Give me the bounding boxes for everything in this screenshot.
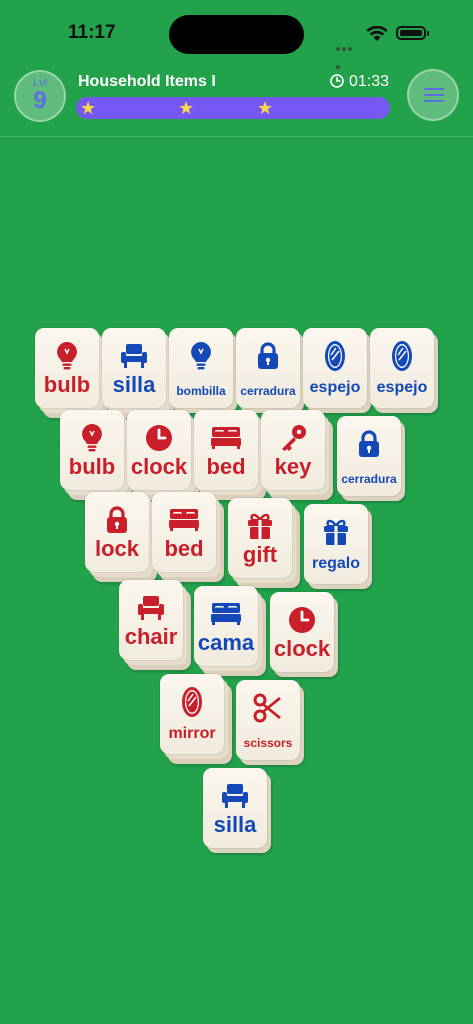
tile-bed[interactable]: bed <box>194 410 258 490</box>
tile-lock[interactable]: lock <box>85 492 149 572</box>
bed-icon <box>194 600 258 628</box>
clock-icon <box>127 424 191 452</box>
tile-face: mirror <box>160 674 224 754</box>
tile-word: scissors <box>243 736 293 750</box>
tile-word: lock <box>94 536 140 561</box>
gift-icon <box>304 518 368 546</box>
bulb-icon <box>35 342 99 370</box>
tile-face: key <box>261 410 325 490</box>
tile-word: cerradura <box>341 472 397 486</box>
tile-word: clock <box>130 454 188 479</box>
tile-gift[interactable]: gift <box>228 498 292 578</box>
tile-face: espejo <box>303 328 367 408</box>
lock-icon <box>85 506 149 534</box>
chair-icon <box>203 782 267 810</box>
tile-bulb[interactable]: bulb <box>60 410 124 490</box>
tile-clock[interactable]: clock <box>127 410 191 490</box>
tile-face: bed <box>194 410 258 490</box>
tile-word: mirror <box>168 725 216 742</box>
scissors-icon <box>236 693 300 723</box>
tile-face: chair <box>119 580 183 660</box>
tile-face: lock <box>85 492 149 572</box>
tile-face: espejo <box>370 328 434 408</box>
tile-word: bed <box>206 454 246 479</box>
tile-word: silla <box>112 372 156 397</box>
tile-silla[interactable]: silla <box>203 768 267 848</box>
bed-icon <box>194 424 258 452</box>
tile-bombilla[interactable]: bombilla <box>169 328 233 408</box>
gift-icon <box>228 512 292 540</box>
mirror-icon <box>370 341 434 371</box>
chair-icon <box>102 342 166 370</box>
bulb-icon <box>60 424 124 452</box>
lock-icon <box>337 430 401 458</box>
tile-cama[interactable]: cama <box>194 586 258 666</box>
tile-face: cerradura <box>337 416 401 496</box>
tile-scissors[interactable]: scissors <box>236 680 300 760</box>
tile-face: cama <box>194 586 258 666</box>
tile-bed[interactable]: bed <box>152 492 216 572</box>
tile-word: cama <box>197 630 255 655</box>
tile-face: clock <box>270 592 334 672</box>
tile-silla[interactable]: silla <box>102 328 166 408</box>
mirror-icon <box>160 687 224 717</box>
tile-word: bulb <box>43 372 91 397</box>
tile-word: gift <box>242 542 278 567</box>
tile-face: clock <box>127 410 191 490</box>
tile-word: silla <box>213 812 257 837</box>
tile-word: cerradura <box>240 384 296 398</box>
tile-chair[interactable]: chair <box>119 580 183 660</box>
tile-face: silla <box>102 328 166 408</box>
tile-espejo[interactable]: espejo <box>303 328 367 408</box>
tile-word: espejo <box>376 379 428 396</box>
mirror-icon <box>303 341 367 371</box>
tile-clock[interactable]: clock <box>270 592 334 672</box>
key-icon <box>261 424 325 452</box>
tile-regalo[interactable]: regalo <box>304 504 368 584</box>
tile-face: gift <box>228 498 292 578</box>
tile-key[interactable]: key <box>261 410 325 490</box>
tile-face: silla <box>203 768 267 848</box>
tile-word: bombilla <box>176 384 226 398</box>
tile-board: bulb silla bombilla cerradura espejo espejo bu… <box>0 0 473 1024</box>
tile-face: cerradura <box>236 328 300 408</box>
tile-cerradura[interactable]: cerradura <box>236 328 300 408</box>
tile-face: regalo <box>304 504 368 584</box>
tile-face: bed <box>152 492 216 572</box>
tile-word: clock <box>273 636 331 661</box>
tile-mirror[interactable]: mirror <box>160 674 224 754</box>
tile-cerradura[interactable]: cerradura <box>337 416 401 496</box>
tile-face: bulb <box>35 328 99 408</box>
tile-face: bombilla <box>169 328 233 408</box>
chair-icon <box>119 594 183 622</box>
tile-word: bed <box>164 536 204 561</box>
tile-word: bulb <box>68 454 116 479</box>
tile-espejo[interactable]: espejo <box>370 328 434 408</box>
tile-word: regalo <box>311 555 360 572</box>
tile-word: chair <box>124 624 178 649</box>
clock-icon <box>270 606 334 634</box>
bulb-icon <box>169 342 233 370</box>
tile-word: espejo <box>309 379 361 396</box>
tile-word: key <box>274 454 312 479</box>
tile-face: bulb <box>60 410 124 490</box>
bed-icon <box>152 506 216 534</box>
lock-icon <box>236 342 300 370</box>
tile-face: scissors <box>236 680 300 760</box>
tile-bulb[interactable]: bulb <box>35 328 99 408</box>
